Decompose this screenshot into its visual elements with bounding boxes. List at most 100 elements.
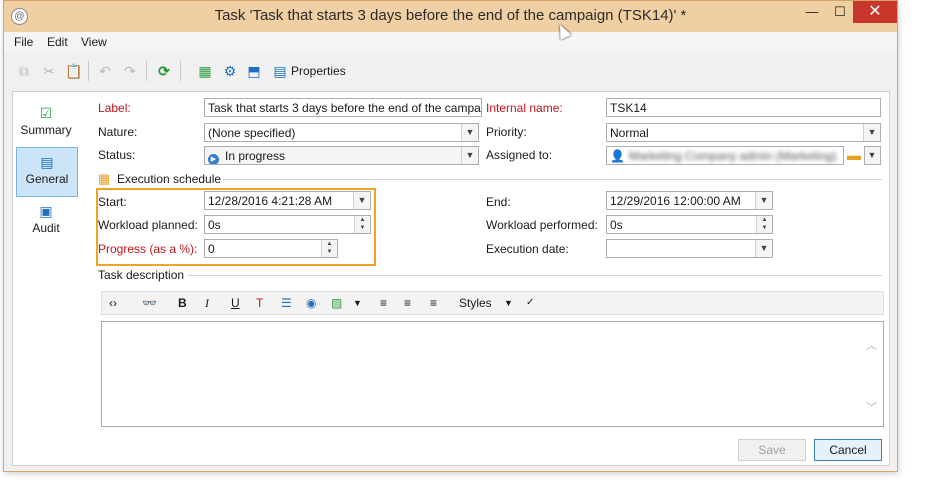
align-right-icon[interactable]: ≡ <box>430 295 437 311</box>
bold-button[interactable]: B <box>178 295 187 311</box>
section-divider <box>223 179 882 180</box>
task-window: @ Task 'Task that starts 3 days before t… <box>3 0 898 472</box>
sidebar-item-general[interactable]: ▤ General <box>16 147 78 197</box>
chevron-down-icon[interactable]: ▼ <box>755 240 772 257</box>
workload-performed-label: Workload performed: <box>486 218 598 232</box>
label-label: Label: <box>98 101 131 115</box>
sidebar-item-audit[interactable]: ▣ Audit <box>16 197 76 245</box>
label-input[interactable]: Task that starts 3 days before the end o… <box>204 98 482 117</box>
maximize-button[interactable]: ☐ <box>826 1 854 23</box>
properties-button[interactable]: Properties <box>291 64 346 78</box>
undo-icon[interactable]: ↶ <box>97 63 113 79</box>
source-icon[interactable]: ‹› <box>109 295 117 311</box>
chevron-down-icon[interactable]: ▼ <box>865 147 880 164</box>
menu-file[interactable]: File <box>14 35 33 49</box>
clipboard-icon: ▤ <box>40 154 54 170</box>
task-description-title: Task description <box>98 268 185 282</box>
chevron-down-icon[interactable]: ▼ <box>504 295 513 311</box>
properties-icon[interactable]: ▤ <box>272 63 288 79</box>
title-bar[interactable]: @ Task 'Task that starts 3 days before t… <box>4 1 897 32</box>
spinner-icon[interactable]: ▲ ▼ <box>354 216 370 233</box>
sidebar-item-label: General <box>25 172 69 186</box>
window-title: Task 'Task that starts 3 days before the… <box>214 7 687 24</box>
toolbar-separator <box>180 61 181 81</box>
align-left-icon[interactable]: ≡ <box>380 295 387 311</box>
settings-icon[interactable]: ⚙ <box>222 63 238 79</box>
internal-name-label: Internal name: <box>486 101 563 115</box>
execution-date-input[interactable]: ▼ <box>606 239 773 258</box>
assigned-to-label: Assigned to: <box>486 148 553 162</box>
status-label: Status: <box>98 148 136 162</box>
text-color-icon[interactable]: T <box>256 295 263 311</box>
internal-name-input[interactable]: TSK14 <box>606 98 881 117</box>
priority-select[interactable]: Normal ▼ <box>606 123 881 142</box>
list-icon[interactable]: ☰ <box>281 295 292 311</box>
menu-view[interactable]: View <box>81 35 107 49</box>
chevron-down-icon[interactable]: ▼ <box>461 147 478 164</box>
editor-toolbar: ‹› 👓 B I U T ☰ ◉ ▨ ▼ ≡ ≡ ≡ Styles ▼ ✓ <box>101 291 884 315</box>
italic-button[interactable]: I <box>205 295 209 311</box>
align-center-icon[interactable]: ≡ <box>404 295 411 311</box>
user-icon: 👤 <box>610 149 625 163</box>
cut-icon[interactable]: ✂ <box>41 63 57 79</box>
workload-performed-input[interactable]: 0s ▲ ▼ <box>606 215 773 234</box>
nature-value: (None specified) <box>208 126 296 140</box>
end-input[interactable]: 12/29/2016 12:00:00 AM ▼ <box>606 191 773 210</box>
spinner-icon[interactable]: ▲ ▼ <box>756 216 772 233</box>
scroll-up-icon[interactable]: ︿ <box>866 337 877 353</box>
end-value: 12/29/2016 12:00:00 AM <box>610 194 741 208</box>
priority-label: Priority: <box>486 125 527 139</box>
nature-select[interactable]: (None specified) ▼ <box>204 123 479 142</box>
end-label: End: <box>486 195 511 209</box>
execution-schedule-title: Execution schedule <box>117 172 222 186</box>
sidebar-item-label: Audit <box>32 221 60 235</box>
nature-label: Nature: <box>98 125 138 139</box>
menu-edit[interactable]: Edit <box>47 35 68 49</box>
spinner-icon[interactable]: ▲ ▼ <box>321 240 337 257</box>
refresh-icon[interactable]: ⟳ <box>156 63 172 79</box>
scroll-down-icon[interactable]: ﹀ <box>866 399 877 415</box>
workload-planned-value: 0s <box>208 218 221 232</box>
chevron-down-icon[interactable]: ▼ <box>353 295 362 311</box>
assigned-to-input[interactable]: 👤 Marketing Company admin (Marketing) <box>606 146 844 165</box>
sidebar-item-label: Summary <box>20 123 72 137</box>
calculator-icon[interactable]: ▦ <box>197 63 213 79</box>
description-editor[interactable] <box>101 321 884 427</box>
progress-label: Progress (as a %): <box>98 242 198 256</box>
spellcheck-icon[interactable]: ✓ <box>526 295 534 311</box>
progress-input[interactable]: 0 ▲ ▼ <box>204 239 338 258</box>
assign-icon[interactable]: ⬒ <box>246 63 262 79</box>
chevron-down-icon[interactable]: ▼ <box>461 124 478 141</box>
chevron-down-icon[interactable]: ▼ <box>863 124 880 141</box>
link-icon[interactable]: ◉ <box>306 295 316 311</box>
folder-icon[interactable]: ▬ <box>847 147 861 163</box>
status-value: In progress <box>225 149 286 163</box>
workload-planned-input[interactable]: 0s ▲ ▼ <box>204 215 371 234</box>
priority-value: Normal <box>610 126 649 140</box>
close-button[interactable]: ✕ <box>853 1 897 23</box>
redo-icon[interactable]: ↷ <box>122 63 138 79</box>
toolbar: ⧉ ✂ 📋 ↶ ↷ ⟳ ▦ ⚙ ⬒ ▤ Properties <box>4 57 897 85</box>
assigned-to-dropdown[interactable]: ▼ <box>864 146 881 165</box>
start-input[interactable]: 12/28/2016 4:21:28 AM ▼ <box>204 191 371 210</box>
workload-planned-label: Workload planned: <box>98 218 198 232</box>
styles-dropdown[interactable]: Styles <box>459 295 492 311</box>
minimize-button[interactable]: — <box>798 1 826 23</box>
audit-icon: ▣ <box>39 203 53 219</box>
copy-icon[interactable]: ⧉ <box>16 63 32 79</box>
paste-icon[interactable]: 📋 <box>65 63 82 79</box>
progress-value: 0 <box>208 242 215 256</box>
chevron-down-icon[interactable]: ▼ <box>353 192 370 209</box>
assigned-to-value: Marketing Company admin (Marketing) <box>628 149 837 163</box>
chevron-down-icon[interactable]: ▼ <box>755 192 772 209</box>
execution-date-label: Execution date: <box>486 242 569 256</box>
find-icon[interactable]: 👓 <box>142 295 157 311</box>
image-icon[interactable]: ▨ <box>331 295 342 311</box>
sidebar-item-summary[interactable]: ☑ Summary <box>16 99 76 147</box>
save-button[interactable]: Save <box>738 439 806 461</box>
calendar-icon: ▦ <box>98 171 111 186</box>
start-label: Start: <box>98 195 127 209</box>
status-select[interactable]: ▶ In progress ▼ <box>204 146 479 165</box>
underline-button[interactable]: U <box>231 295 240 311</box>
cancel-button[interactable]: Cancel <box>814 439 882 461</box>
